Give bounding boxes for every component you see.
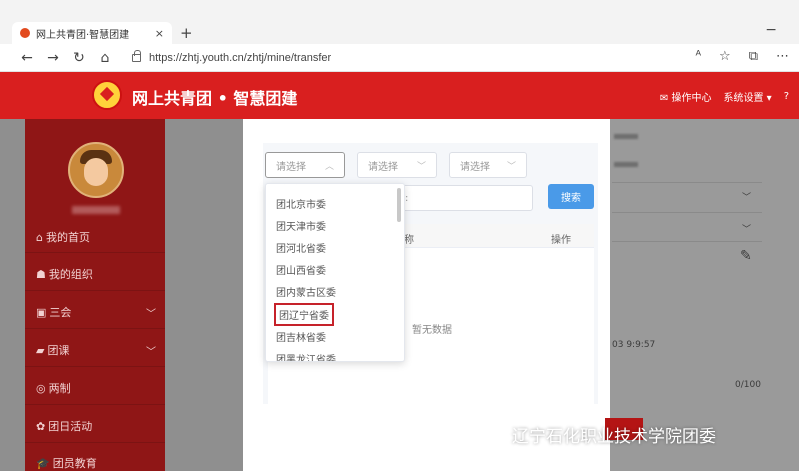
league-logo-icon — [92, 80, 122, 110]
chevron-down-icon: ﹀ — [416, 161, 426, 172]
education-icon: 🎓 — [36, 457, 50, 470]
empty-state: 暂无数据 — [412, 325, 452, 336]
chevron-down-icon: ﹀ — [506, 161, 516, 172]
sidebar-item-two-systems[interactable]: ◎ 两制 — [36, 380, 156, 396]
site-title: 网上共青团 • 智慧团建 — [132, 89, 298, 108]
chevron-down-icon: ﹀ — [742, 225, 752, 235]
divider — [25, 366, 165, 367]
url-text: https://zhtj.youth.cn/zhtj/mine/transfer — [149, 51, 332, 64]
tab-title: 网上共青团·智慧团建 — [36, 29, 130, 41]
refresh-icon[interactable]: ↻ — [66, 50, 92, 66]
activity-icon: ✿ — [36, 420, 46, 433]
dropdown-option[interactable]: 团山西省委 — [276, 262, 326, 277]
sidebar-item-organization[interactable]: ☗ 我的组织 — [36, 266, 156, 282]
favorite-star-icon[interactable]: ☆ — [719, 49, 731, 64]
url-field[interactable]: https://zhtj.youth.cn/zhtj/mine/transfer — [132, 49, 332, 64]
district-select[interactable]: 请选择 ﹀ — [449, 152, 527, 178]
org-name-input[interactable]: : — [400, 185, 533, 211]
home-icon: ⌂ — [36, 231, 43, 244]
message-center-link[interactable]: ✉ 操作中心 — [660, 89, 712, 104]
site-header: 网上共青团 • 智慧团建 ✉ 操作中心 系统设置 ▾ ? — [0, 72, 799, 119]
dropdown-option[interactable]: 团北京市委 — [276, 196, 326, 211]
avatar — [68, 142, 124, 198]
sidebar-item-meetings[interactable]: ▣ 三会 ﹀ — [36, 304, 156, 320]
lock-icon — [132, 49, 141, 62]
new-tab-icon[interactable]: + — [180, 24, 193, 42]
edit-icon[interactable]: ✎ — [740, 248, 752, 264]
collections-icon[interactable]: ⧉ — [749, 49, 758, 64]
browser-tab[interactable]: 网上共青团·智慧团建 × — [12, 22, 172, 44]
city-select[interactable]: 请选择 ﹀ — [357, 152, 437, 178]
dropdown-option[interactable]: 团吉林省委 — [276, 329, 326, 344]
chevron-up-icon: ︿ — [324, 161, 334, 172]
datetime-text: 03 9:9:57 — [612, 340, 656, 350]
column-header-action: 操作 — [551, 235, 571, 246]
forward-arrow-icon[interactable]: → — [40, 50, 66, 66]
browser-tab-bar: 网上共青团·智慧团建 × + − — [0, 0, 799, 44]
blurred-text — [614, 134, 638, 139]
dropdown-option[interactable]: 团河北省委 — [276, 240, 326, 255]
column-header-name: 称 — [404, 235, 414, 246]
dropdown-option[interactable]: 团内蒙古区委 — [276, 284, 336, 299]
help-icon[interactable]: ? — [784, 91, 789, 102]
watermark: 辽宁石化职业技术学院团委 — [482, 422, 716, 447]
wechat-icon — [482, 425, 504, 444]
back-arrow-icon[interactable]: ← — [14, 50, 40, 66]
dropdown-option[interactable]: 团天津市委 — [276, 218, 326, 233]
people-icon: ☗ — [36, 268, 46, 281]
chevron-down-icon: ﹀ — [146, 308, 156, 320]
divider — [25, 252, 165, 253]
avatar-face — [84, 158, 108, 186]
sidebar-item-league-day[interactable]: ✿ 团日活动 — [36, 418, 156, 434]
home-icon[interactable]: ⌂ — [92, 50, 118, 66]
username-blurred — [72, 206, 120, 214]
favicon-icon — [20, 28, 30, 38]
sidebar-item-home[interactable]: ⌂ 我的首页 — [36, 229, 156, 245]
divider — [612, 241, 762, 242]
address-bar: ← → ↻ ⌂ https://zhtj.youth.cn/zhtj/mine/… — [0, 44, 799, 72]
folder-icon: ▰ — [36, 344, 45, 357]
char-counter: 0/100 — [735, 380, 761, 390]
sidebar-item-education[interactable]: 🎓 团员教育 — [36, 455, 156, 471]
dropdown-option-selected[interactable]: 团辽宁省委 — [274, 303, 334, 326]
meeting-icon: ▣ — [36, 306, 47, 319]
search-button[interactable]: 搜索 — [548, 184, 594, 209]
divider — [25, 442, 165, 443]
circle-icon: ◎ — [36, 382, 46, 395]
chevron-down-icon: ﹀ — [742, 193, 752, 203]
divider — [612, 212, 762, 213]
chevron-down-icon: ﹀ — [146, 346, 156, 358]
divider — [25, 290, 165, 291]
sidebar-item-league-class[interactable]: ▰ 团课 ﹀ — [36, 342, 156, 358]
divider — [25, 328, 165, 329]
minimize-icon[interactable]: − — [765, 22, 777, 38]
divider — [25, 404, 165, 405]
dropdown-option[interactable]: 团黑龙江省委 — [276, 351, 336, 361]
more-icon[interactable]: ⋯ — [776, 49, 789, 64]
system-settings-menu[interactable]: 系统设置 ▾ — [723, 89, 771, 104]
dropdown-scrollbar[interactable] — [397, 188, 401, 222]
blurred-text — [614, 162, 638, 167]
province-select[interactable]: 请选择 ︿ — [265, 152, 345, 178]
read-aloud-icon[interactable]: ᴬ — [695, 49, 701, 64]
close-tab-icon[interactable]: × — [155, 27, 164, 40]
divider — [612, 182, 762, 183]
province-dropdown: 团北京市委 团天津市委 团河北省委 团山西省委 团内蒙古区委 团辽宁省委 团吉林… — [265, 183, 405, 362]
